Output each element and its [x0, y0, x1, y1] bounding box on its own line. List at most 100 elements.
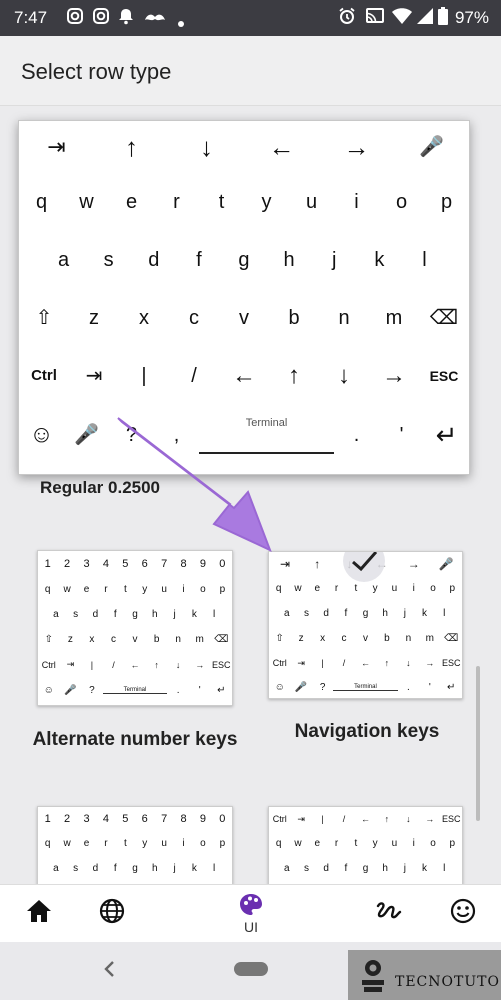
- key: ': [428, 681, 431, 693]
- key: t: [354, 583, 358, 594]
- home-icon[interactable]: [24, 897, 54, 927]
- key: d: [92, 863, 99, 874]
- mustache-icon: [144, 10, 166, 30]
- key: b: [384, 633, 390, 644]
- modifier-row: Ctrl ⇥ | / ← ↑ ↓ → ESC: [38, 652, 232, 677]
- key: 1: [44, 813, 51, 825]
- key: a: [53, 863, 59, 874]
- key: ←: [360, 658, 370, 668]
- option-preview[interactable]: 1 2 3 4 5 6 7 8 9 0 q w e r t y u i o p …: [37, 806, 233, 884]
- option-caption[interactable]: Navigation keys: [252, 721, 482, 743]
- key: m: [425, 633, 434, 644]
- key: x: [89, 634, 95, 645]
- gesture-icon[interactable]: [374, 897, 404, 927]
- emoji-icon[interactable]: [448, 897, 478, 927]
- option-preview[interactable]: Ctrl ⇥ | / ← ↑ ↓ → ESC q w e r t y u i o…: [268, 806, 463, 884]
- globe-icon[interactable]: [97, 897, 127, 927]
- signal-icon: [416, 7, 434, 30]
- home-pill[interactable]: [234, 962, 268, 976]
- key: ⌫: [214, 634, 229, 645]
- key: ↵: [217, 684, 226, 696]
- key: ⇥: [297, 813, 305, 824]
- key: z: [89, 307, 99, 329]
- key: h: [382, 608, 388, 619]
- key: f: [113, 609, 117, 620]
- key: q: [44, 838, 51, 849]
- key: Ctrl: [272, 814, 287, 824]
- key: r: [334, 583, 339, 594]
- key: a: [57, 249, 70, 271]
- letter-row: q w e r t y u i o p: [19, 173, 469, 231]
- key: t: [354, 838, 358, 849]
- key: l: [443, 863, 446, 874]
- tab-ui-label[interactable]: UI: [226, 919, 276, 935]
- key: x: [139, 307, 149, 329]
- bottom-row: ☺ 🎤 ? Terminal . ' ↵: [269, 675, 462, 698]
- tutorial-arrow: [110, 412, 280, 567]
- key: 6: [141, 813, 148, 825]
- key: w: [63, 838, 71, 849]
- dot-icon: [177, 13, 185, 33]
- key: k: [422, 608, 428, 619]
- key: 8: [180, 813, 187, 825]
- key: 3: [83, 813, 90, 825]
- key: e: [314, 838, 321, 849]
- option-caption[interactable]: Alternate number keys: [20, 729, 250, 751]
- key: k: [422, 863, 428, 874]
- key: s: [103, 249, 114, 271]
- key: .: [176, 684, 180, 696]
- back-icon[interactable]: [102, 960, 116, 983]
- key: 🎤: [438, 557, 454, 571]
- key: k: [191, 863, 197, 874]
- key: p: [219, 838, 226, 849]
- arrow-down-key: ↓: [200, 132, 213, 162]
- cast-icon: [365, 7, 385, 30]
- key: o: [395, 191, 408, 213]
- row-type-list[interactable]: Regular 0.2500 1 2 3 4 5 6 7 8 9 0 q w e…: [0, 106, 501, 884]
- key: y: [372, 583, 378, 594]
- key: p: [440, 191, 453, 213]
- key: ☺: [274, 681, 285, 693]
- modifier-row: Ctrl ⇥ | / ← ↑ ↓ → ESC: [269, 807, 462, 831]
- scrollbar[interactable]: [476, 666, 480, 821]
- key: e: [314, 583, 321, 594]
- key: h: [382, 863, 388, 874]
- tab-key: ⇥: [47, 134, 66, 159]
- key: v: [239, 307, 249, 329]
- key: 1: [44, 558, 51, 570]
- key: k: [191, 609, 197, 620]
- arrow-left-key: ←: [232, 362, 256, 389]
- key: e: [83, 584, 90, 595]
- palette-icon[interactable]: [236, 891, 266, 921]
- key: /: [191, 365, 197, 387]
- key: w: [294, 838, 302, 849]
- key: w: [63, 584, 71, 595]
- key: s: [304, 608, 309, 619]
- key: x: [320, 633, 326, 644]
- key: c: [110, 634, 116, 645]
- letter-row: a s d f g h j k l: [38, 856, 232, 881]
- key: h: [152, 609, 158, 620]
- key: ⇧: [44, 634, 53, 645]
- letter-row: q w e r t y u i o p: [269, 831, 462, 856]
- key: z: [298, 633, 304, 644]
- key: w: [294, 583, 302, 594]
- key: 4: [102, 813, 109, 825]
- bottom-navigation: UI: [0, 884, 501, 942]
- option-alternate-number-keys[interactable]: 1 2 3 4 5 6 7 8 9 0 q w e r t y u i o p …: [37, 550, 233, 706]
- key: 3: [83, 558, 90, 570]
- backspace-key: ⌫: [429, 307, 459, 329]
- key: o: [200, 584, 206, 595]
- key: |: [321, 814, 324, 824]
- key: q: [275, 583, 282, 594]
- key: y: [142, 584, 148, 595]
- option-navigation-keys[interactable]: ⇥ ↑ ↓ ← → 🎤 q w e r t y u i o p a s d f …: [268, 551, 463, 699]
- navigation-row: ⇥ ↑ ↓ ← → 🎤: [19, 121, 469, 173]
- key: /: [342, 814, 346, 824]
- key: f: [344, 608, 348, 619]
- key: d: [323, 608, 329, 619]
- key: a: [53, 609, 59, 620]
- key: k: [374, 249, 385, 271]
- key: u: [391, 838, 398, 849]
- modifier-row: Ctrl ⇥ | / ← ↑ ↓ → ESC: [269, 651, 462, 675]
